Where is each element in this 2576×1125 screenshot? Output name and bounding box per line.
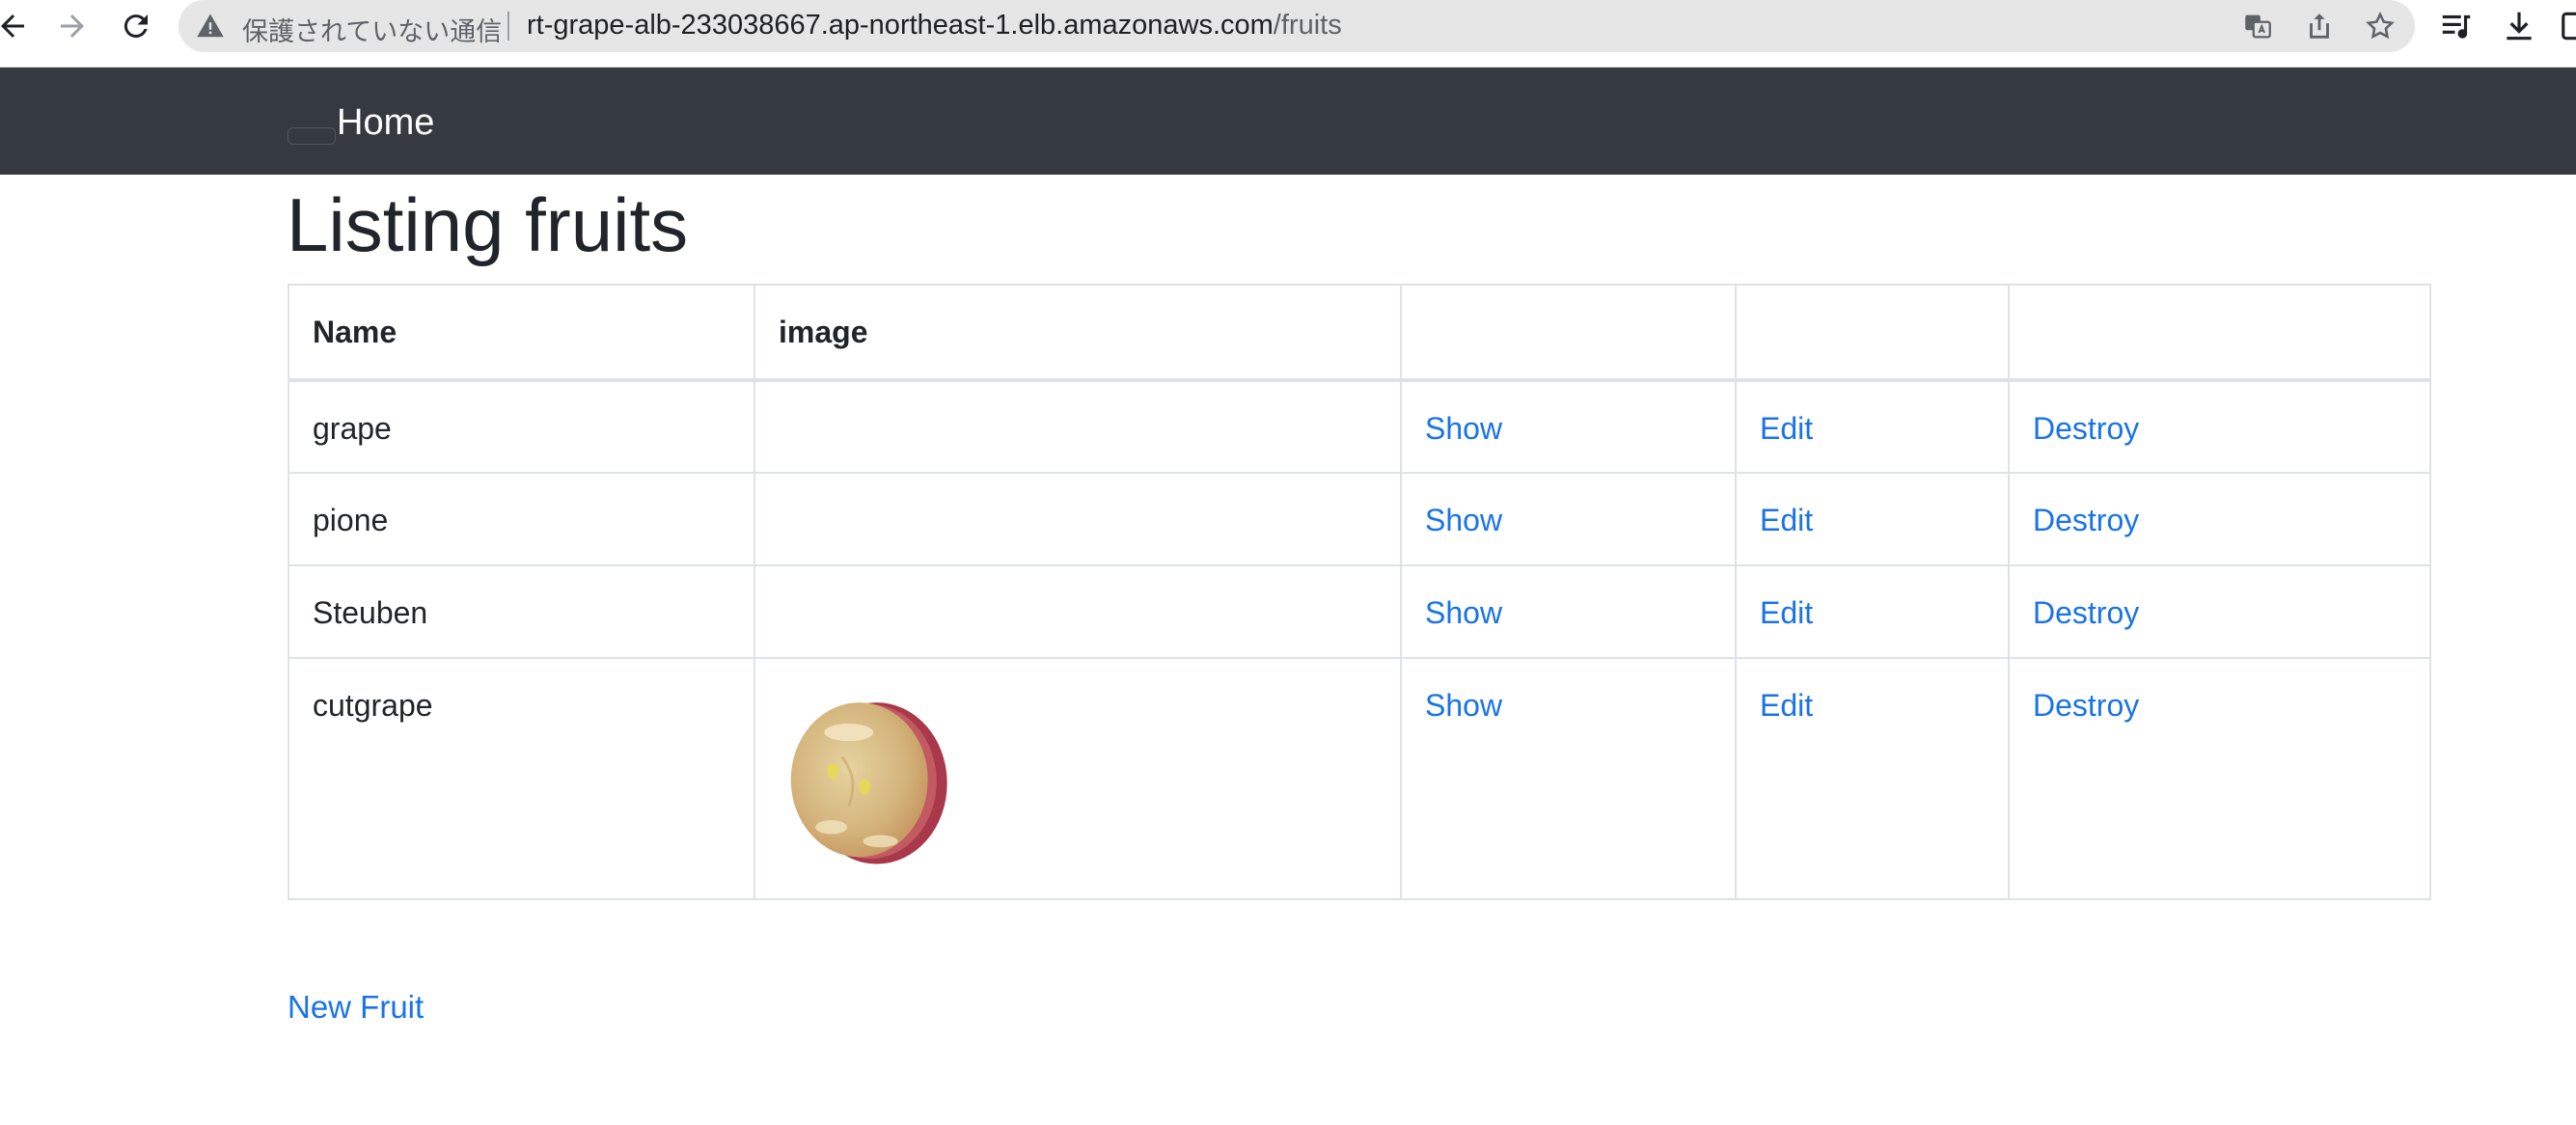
page-title: Listing fruits	[287, 182, 689, 267]
fruits-table: Name image grape Show Edit Destroy pione…	[288, 284, 2431, 900]
url-host: rt-grape-alb-233038667.ap-northeast-1.el…	[527, 10, 1274, 41]
edit-link[interactable]: Edit	[1760, 411, 1813, 446]
back-button[interactable]	[0, 4, 35, 48]
forward-arrow-icon	[61, 14, 84, 38]
edit-cell: Edit	[1735, 379, 2010, 474]
back-arrow-icon	[1, 14, 24, 38]
show-cell: Show	[1400, 472, 1737, 566]
fruit-image-cell	[754, 657, 1402, 900]
playlist-icon	[2442, 14, 2471, 39]
address-bar[interactable]: 保護されていない通信 rt-grape-alb-233038667.ap-nor…	[178, 0, 2415, 52]
edit-cell: Edit	[1735, 472, 2010, 566]
side-panel-button[interactable]	[2559, 8, 2576, 44]
bookmark-button[interactable]	[2364, 10, 2397, 42]
fruit-name-cell: Steuben	[288, 564, 755, 659]
show-cell: Show	[1400, 379, 1737, 474]
edit-link[interactable]: Edit	[1760, 688, 1813, 723]
table-row: cutgrape Show Edit Destroy	[288, 657, 2431, 900]
fruit-name-cell: pione	[288, 472, 755, 566]
show-link[interactable]: Show	[1425, 595, 1502, 630]
table-row: Steuben Show Edit Destroy	[288, 564, 2431, 659]
column-header-edit	[1735, 284, 2010, 382]
destroy-link[interactable]: Destroy	[2033, 595, 2139, 630]
fruit-name-cell: cutgrape	[288, 657, 755, 900]
show-link[interactable]: Show	[1425, 688, 1502, 723]
show-cell: Show	[1400, 564, 1737, 659]
destroy-cell: Destroy	[2008, 657, 2431, 900]
reload-icon	[123, 14, 148, 39]
table-header-row: Name image	[288, 284, 2431, 382]
url-path: /fruits	[1273, 10, 1342, 41]
browser-toolbar: 保護されていない通信 rt-grape-alb-233038667.ap-nor…	[0, 0, 2576, 68]
destroy-link[interactable]: Destroy	[2033, 503, 2139, 537]
navbar: Home	[0, 68, 2576, 175]
destroy-cell: Destroy	[2008, 472, 2431, 566]
downloads-button[interactable]	[2501, 8, 2537, 44]
reading-list-button[interactable]	[2438, 8, 2475, 44]
warning-icon	[197, 14, 224, 38]
edit-link[interactable]: Edit	[1760, 503, 1813, 537]
url-text[interactable]: rt-grape-alb-233038667.ap-northeast-1.el…	[527, 10, 1342, 41]
table-row: grape Show Edit Destroy	[288, 379, 2431, 474]
reload-button[interactable]	[114, 4, 158, 48]
fruit-image-cell	[754, 379, 1402, 474]
navbar-toggler[interactable]	[288, 127, 336, 145]
translate-button[interactable]	[2241, 10, 2274, 42]
table-row: pione Show Edit Destroy	[288, 472, 2431, 566]
fruit-image-cell	[754, 564, 1402, 659]
cut-grape-image	[790, 702, 947, 864]
show-cell: Show	[1400, 657, 1737, 900]
edit-cell: Edit	[1735, 657, 2010, 900]
omnibox-divider	[507, 12, 509, 41]
show-link[interactable]: Show	[1425, 503, 1502, 537]
show-link[interactable]: Show	[1425, 411, 1502, 446]
column-header-destroy	[2008, 284, 2431, 382]
edit-cell: Edit	[1735, 564, 2010, 659]
destroy-cell: Destroy	[2008, 379, 2431, 474]
forward-button[interactable]	[50, 4, 95, 48]
fruit-name-cell: grape	[288, 379, 755, 474]
side-panel-icon	[2562, 12, 2576, 41]
share-button[interactable]	[2303, 10, 2336, 42]
translate-icon	[2245, 14, 2271, 39]
destroy-link[interactable]: Destroy	[2033, 411, 2139, 446]
destroy-cell: Destroy	[2008, 564, 2431, 659]
nav-home-link[interactable]: Home	[337, 102, 434, 144]
fruit-image-cell	[754, 472, 1402, 566]
security-status-label[interactable]: 保護されていない通信	[242, 11, 502, 48]
destroy-link[interactable]: Destroy	[2033, 688, 2139, 723]
column-header-show	[1400, 284, 1737, 382]
column-header-name: Name	[288, 284, 755, 382]
share-icon	[2310, 14, 2329, 39]
new-fruit-link[interactable]: New Fruit	[288, 989, 424, 1026]
star-icon	[2366, 12, 2395, 40]
edit-link[interactable]: Edit	[1760, 595, 1813, 630]
download-icon	[2507, 12, 2532, 41]
column-header-image: image	[754, 284, 1402, 382]
